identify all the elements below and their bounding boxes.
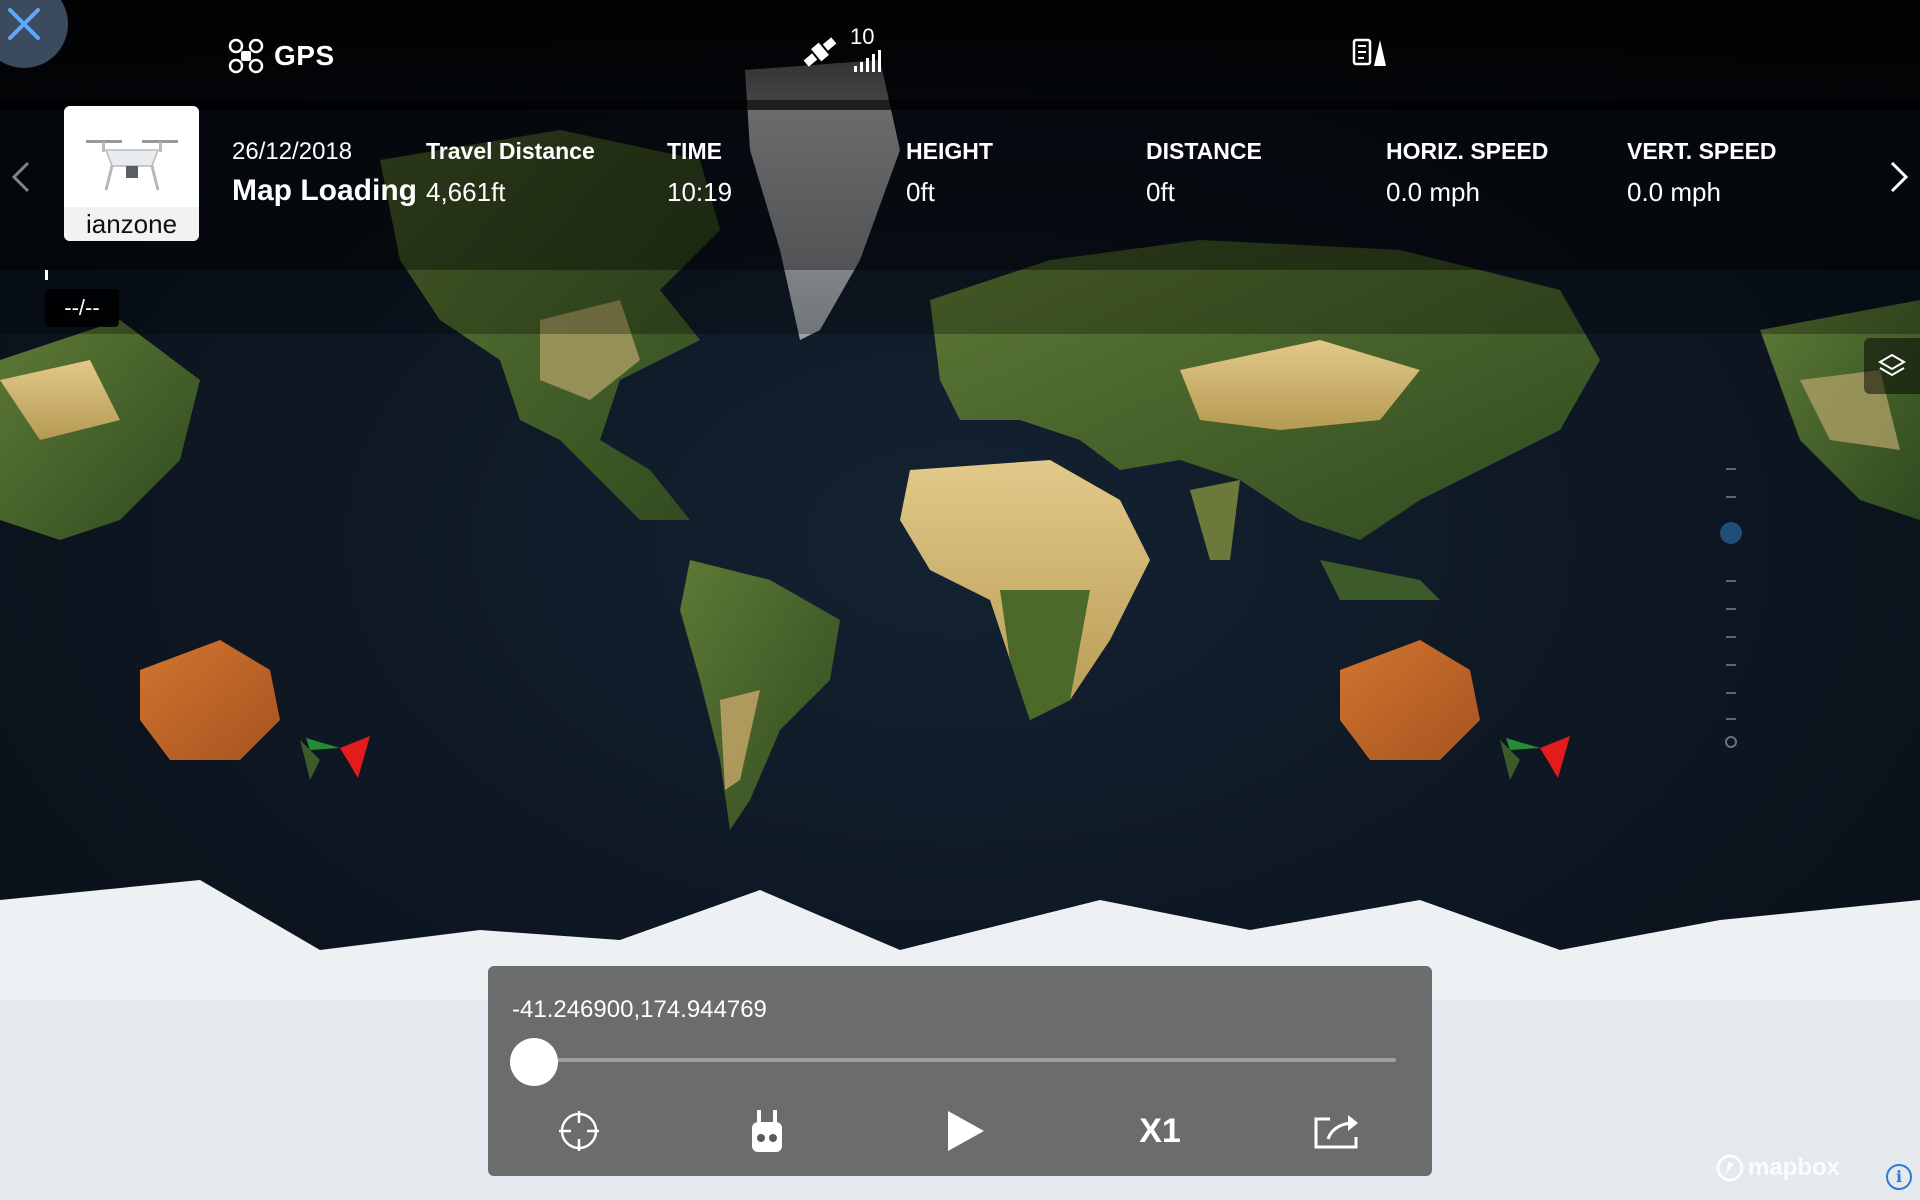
layers-icon xyxy=(1878,353,1906,377)
travel-distance-group: Travel Distance 4,661ft xyxy=(426,138,595,208)
aircraft-card[interactable]: ianzone xyxy=(64,106,199,241)
share-icon xyxy=(1314,1115,1358,1149)
horiz-speed-group: HORIZ. SPEED 0.0 mph xyxy=(1386,138,1548,208)
distance-value: 0ft xyxy=(1146,177,1175,207)
vert-speed-label: VERT. SPEED xyxy=(1627,138,1777,164)
zoom-slider[interactable] xyxy=(1720,462,1742,752)
time-label: TIME xyxy=(667,138,722,164)
chevron-left-icon[interactable] xyxy=(10,160,32,194)
zoom-handle[interactable] xyxy=(1720,522,1742,544)
mapbox-attribution[interactable]: mapbox xyxy=(1716,1154,1840,1182)
height-value: 0ft xyxy=(906,177,935,207)
flight-date: 26/12/2018 xyxy=(232,138,353,165)
zoom-tick xyxy=(1726,718,1736,720)
zoom-tick xyxy=(1726,608,1736,610)
info-icon[interactable]: i xyxy=(1886,1164,1912,1190)
zoom-tick xyxy=(1726,692,1736,694)
aircraft-name: ianzone xyxy=(64,207,199,241)
zoom-tick xyxy=(1726,664,1736,666)
status-bar: GPS 10 xyxy=(0,0,1920,110)
zoom-tick xyxy=(1726,580,1736,582)
flight-date-group: 26/12/2018 Map Loading xyxy=(232,138,417,208)
horiz-speed-label: HORIZ. SPEED xyxy=(1386,138,1549,164)
timeline-date-badge: --/-- xyxy=(45,289,119,327)
satellite-status: 10 xyxy=(800,24,900,74)
playback-speed-button[interactable]: X1 xyxy=(1120,1106,1200,1156)
vert-speed-group: VERT. SPEED 0.0 mph xyxy=(1627,138,1777,208)
playback-track[interactable] xyxy=(534,1058,1396,1062)
flight-mode-label: GPS xyxy=(274,40,335,71)
remote-controller-icon xyxy=(752,1110,782,1152)
drone-image xyxy=(86,140,178,191)
zoom-min-dot xyxy=(1725,736,1737,748)
locate-button[interactable] xyxy=(554,1106,604,1156)
timeline-strip[interactable] xyxy=(0,270,1920,334)
telemetry-bar: ianzone 26/12/2018 Map Loading Travel Di… xyxy=(0,100,1920,270)
vert-speed-value: 0.0 mph xyxy=(1627,177,1721,207)
coordinates-readout: -41.246900,174.944769 xyxy=(512,996,767,1023)
time-value: 10:19 xyxy=(667,177,733,207)
zoom-tick xyxy=(1726,636,1736,638)
share-button[interactable] xyxy=(1308,1106,1368,1156)
drone-icon xyxy=(228,38,264,74)
close-button[interactable] xyxy=(0,0,68,68)
zoom-tick xyxy=(1726,468,1736,470)
map-status: Map Loading xyxy=(232,174,417,207)
height-label: HEIGHT xyxy=(906,138,993,164)
close-icon xyxy=(8,8,40,40)
travel-distance-value: 4,661ft xyxy=(426,177,506,207)
compass-icon[interactable] xyxy=(1352,36,1388,77)
height-group: HEIGHT 0ft xyxy=(906,138,993,208)
play-button[interactable] xyxy=(936,1106,996,1156)
chevron-right-icon[interactable] xyxy=(1888,160,1910,194)
playback-panel: -41.246900,174.944769 X1 xyxy=(488,966,1432,1176)
mapbox-logo-icon xyxy=(1716,1154,1744,1182)
travel-distance-label: Travel Distance xyxy=(426,138,595,164)
satellite-icon xyxy=(803,37,837,67)
distance-label: DISTANCE xyxy=(1146,138,1262,164)
time-group: TIME 10:19 xyxy=(667,138,732,208)
flight-mode: GPS xyxy=(228,38,335,74)
crosshair-icon xyxy=(559,1111,599,1151)
map-layers-button[interactable] xyxy=(1864,338,1920,394)
distance-group: DISTANCE 0ft xyxy=(1146,138,1262,208)
zoom-tick xyxy=(1726,496,1736,498)
remote-controller-button[interactable] xyxy=(742,1106,792,1156)
play-icon xyxy=(948,1111,984,1151)
signal-bars-icon xyxy=(854,50,881,72)
mapbox-label: mapbox xyxy=(1748,1154,1841,1181)
timeline-marker xyxy=(45,270,48,280)
playback-scrubber[interactable] xyxy=(510,1038,558,1086)
satellite-count: 10 xyxy=(850,24,875,49)
horiz-speed-value: 0.0 mph xyxy=(1386,177,1480,207)
